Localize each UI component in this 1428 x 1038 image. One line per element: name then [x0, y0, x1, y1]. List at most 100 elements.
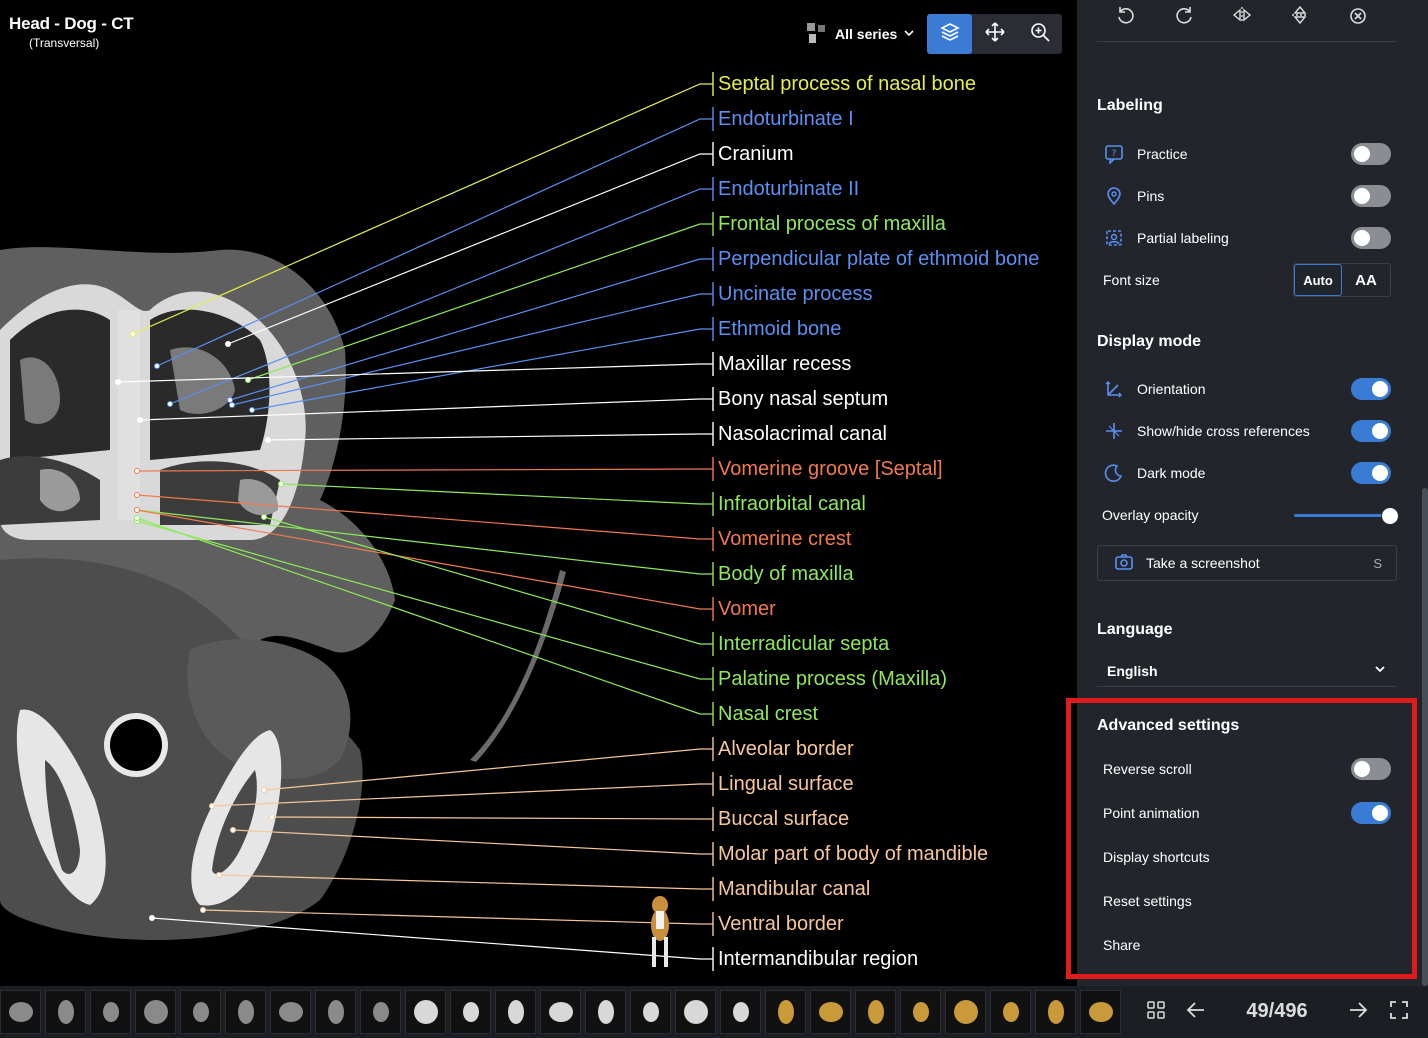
series-thumbnail[interactable] — [450, 990, 491, 1034]
anatomy-label[interactable]: Molar part of body of mandible — [718, 842, 988, 866]
zoom-button[interactable] — [1017, 14, 1062, 54]
anatomy-label[interactable]: Vomerine groove [Septal] — [718, 457, 943, 481]
series-thumbnail[interactable] — [180, 990, 221, 1034]
chevron-down-icon — [903, 26, 915, 42]
anatomy-label[interactable]: Infraorbital canal — [718, 492, 866, 516]
previous-slice-button[interactable] — [1180, 986, 1212, 1038]
rotate-left-button[interactable] — [1097, 0, 1155, 34]
anatomy-label[interactable]: Nasolacrimal canal — [718, 422, 887, 446]
pins-toggle[interactable] — [1351, 185, 1391, 207]
anatomy-label[interactable]: Endoturbinate II — [718, 177, 859, 201]
anatomy-label[interactable]: Vomer — [718, 597, 776, 621]
anatomy-label[interactable]: Maxillar recess — [718, 352, 851, 376]
series-thumbnail[interactable] — [765, 990, 806, 1034]
pan-button[interactable] — [972, 14, 1017, 54]
series-thumbnail[interactable] — [945, 990, 986, 1034]
overlay-opacity-slider[interactable] — [1294, 507, 1399, 525]
language-select[interactable]: English — [1097, 655, 1397, 687]
series-thumbnail[interactable] — [810, 990, 851, 1034]
orientation-label: Orientation — [1137, 381, 1206, 397]
series-thumbnail[interactable] — [585, 990, 626, 1034]
ct-viewer[interactable]: Head - Dog - CT (Transversal) All series — [0, 0, 1077, 986]
series-thumbnail[interactable] — [45, 990, 86, 1034]
anatomy-label[interactable]: Perpendicular plate of ethmoid bone — [718, 247, 1039, 271]
move-icon — [984, 21, 1006, 48]
rotate-right-icon — [1173, 4, 1195, 31]
series-thumbnail[interactable] — [720, 990, 761, 1034]
rotate-right-button[interactable] — [1155, 0, 1213, 34]
next-slice-button[interactable] — [1342, 986, 1374, 1038]
series-selector[interactable]: All series — [805, 21, 915, 48]
screenshot-button[interactable]: Take a screenshot S — [1097, 545, 1397, 581]
cross-references-toggle[interactable] — [1351, 420, 1391, 442]
partial-labeling-toggle[interactable] — [1351, 227, 1391, 249]
anatomy-label[interactable]: Cranium — [718, 142, 794, 166]
series-thumbnail[interactable] — [225, 990, 266, 1034]
anatomy-label[interactable]: Palatine process (Maxilla) — [718, 667, 947, 691]
anatomy-label[interactable]: Frontal process of maxilla — [718, 212, 946, 236]
dog-orientation-figure[interactable] — [645, 895, 675, 975]
anatomy-label[interactable]: Lingual surface — [718, 772, 854, 796]
anatomy-label[interactable]: Mandibular canal — [718, 877, 870, 901]
anatomy-label[interactable]: Body of maxilla — [718, 562, 854, 586]
flip-horizontal-button[interactable] — [1213, 0, 1271, 34]
layers-button[interactable] — [927, 14, 973, 54]
layers-icon — [939, 21, 961, 48]
label-pin — [154, 363, 160, 369]
series-icon — [805, 21, 829, 48]
panel-scrollbar[interactable] — [1422, 488, 1428, 986]
series-thumbnail[interactable] — [405, 990, 446, 1034]
flip-vertical-button[interactable] — [1271, 0, 1329, 34]
series-thumbnail[interactable] — [495, 990, 536, 1034]
series-thumbnail[interactable] — [315, 990, 356, 1034]
anatomy-label[interactable]: Bony nasal septum — [718, 387, 888, 411]
series-thumbnail[interactable] — [360, 990, 401, 1034]
series-thumbnail[interactable] — [135, 990, 176, 1034]
reverse-scroll-toggle[interactable] — [1351, 758, 1391, 780]
fullscreen-button[interactable] — [1383, 986, 1415, 1038]
label-pin — [216, 872, 222, 878]
dark-mode-row: Dark mode — [1103, 458, 1391, 488]
share-link[interactable]: Share — [1103, 937, 1140, 953]
series-thumbnail[interactable] — [1080, 990, 1121, 1034]
label-pin — [130, 331, 136, 337]
ct-image[interactable] — [0, 0, 1077, 986]
anatomy-label[interactable]: Intermandibular region — [718, 947, 918, 971]
anatomy-label[interactable]: Endoturbinate I — [718, 107, 854, 131]
series-thumbnail[interactable] — [90, 990, 131, 1034]
reset-settings-link[interactable]: Reset settings — [1103, 893, 1192, 909]
point-animation-toggle[interactable] — [1351, 802, 1391, 824]
series-thumbnail[interactable] — [855, 990, 896, 1034]
chevron-down-icon — [1373, 662, 1387, 679]
label-pin — [134, 507, 140, 513]
anatomy-label[interactable]: Ethmoid bone — [718, 317, 841, 341]
anatomy-label[interactable]: Vomerine crest — [718, 527, 851, 551]
practice-toggle[interactable] — [1351, 143, 1391, 165]
anatomy-label[interactable]: Ventral border — [718, 912, 844, 936]
font-size-auto-button[interactable]: Auto — [1294, 264, 1342, 296]
reset-orientation-button[interactable] — [1329, 0, 1387, 34]
series-thumbnail[interactable] — [540, 990, 581, 1034]
display-shortcuts-link[interactable]: Display shortcuts — [1103, 849, 1210, 865]
anatomy-label[interactable]: Septal process of nasal bone — [718, 72, 976, 96]
series-thumbnail[interactable] — [675, 990, 716, 1034]
series-thumbnail[interactable] — [900, 990, 941, 1034]
series-thumbnail[interactable] — [630, 990, 671, 1034]
anatomy-label[interactable]: Alveolar border — [718, 737, 854, 761]
label-pin — [225, 341, 231, 347]
series-thumbnail[interactable] — [1035, 990, 1076, 1034]
anatomy-label[interactable]: Uncinate process — [718, 282, 873, 306]
anatomy-label[interactable]: Interradicular septa — [718, 632, 889, 656]
settings-panel[interactable]: Labeling ? Practice Pins Partial labelin… — [1077, 0, 1428, 986]
grid-view-button[interactable] — [1140, 986, 1172, 1038]
anatomy-label[interactable]: Nasal crest — [718, 702, 818, 726]
series-thumbnail[interactable] — [0, 990, 41, 1034]
dark-mode-toggle[interactable] — [1351, 462, 1391, 484]
app-window: Head - Dog - CT (Transversal) All series — [0, 0, 1428, 1038]
series-thumbnail[interactable] — [270, 990, 311, 1034]
anatomy-label[interactable]: Buccal surface — [718, 807, 849, 831]
series-thumbnail[interactable] — [990, 990, 1031, 1034]
overlay-opacity-thumb[interactable] — [1381, 507, 1399, 525]
orientation-toggle[interactable] — [1351, 378, 1391, 400]
font-size-large-button[interactable]: AA — [1342, 264, 1390, 296]
